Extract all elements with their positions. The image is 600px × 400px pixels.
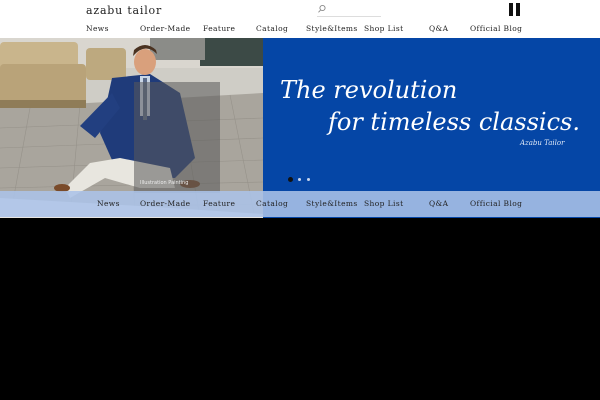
nav-shop-list[interactable]: Shop List [364, 24, 404, 33]
search-icon[interactable] [317, 4, 327, 14]
site-logo[interactable]: azabu tailor [86, 4, 162, 17]
search-input[interactable] [329, 4, 381, 16]
nav-news[interactable]: News [86, 24, 109, 33]
signature-text: Azabu Tailor [520, 139, 565, 147]
slide-dot-1[interactable] [288, 177, 293, 182]
overlay-nav-catalog[interactable]: Catalog [256, 199, 288, 208]
nav-catalog[interactable]: Catalog [256, 24, 288, 33]
search-box[interactable] [317, 4, 381, 17]
overlay-nav-style-items[interactable]: Style&Items [306, 199, 358, 208]
tagline-line-1: The revolution [280, 76, 457, 104]
overlay-nav-official-blog[interactable]: Official Blog [470, 199, 522, 208]
overlay-nav-feature[interactable]: Feature [203, 199, 235, 208]
signature: Azabu Tailor [520, 130, 564, 149]
slide-dot-3[interactable] [307, 178, 310, 181]
caption-text: Illustration Painting [140, 180, 189, 186]
nav-order-made[interactable]: Order-Made [140, 24, 190, 33]
main-nav: News Order-Made Feature Catalog Style&It… [0, 24, 600, 38]
overlay-nav-order-made[interactable]: Order-Made [140, 199, 190, 208]
nav-style-items[interactable]: Style&Items [306, 24, 358, 33]
nav-qa[interactable]: Q&A [429, 24, 448, 33]
overlay-nav-shop-list[interactable]: Shop List [364, 199, 404, 208]
overlay-nav-news[interactable]: News [97, 199, 120, 208]
caption-overlay [134, 82, 220, 193]
pause-icon[interactable] [509, 3, 521, 16]
overlay-nav-qa[interactable]: Q&A [429, 199, 448, 208]
nav-official-blog[interactable]: Official Blog [470, 24, 522, 33]
nav-feature[interactable]: Feature [203, 24, 235, 33]
overlay-nav: News Order-Made Feature Catalog Style&It… [0, 191, 600, 217]
slide-dot-2[interactable] [298, 178, 301, 181]
